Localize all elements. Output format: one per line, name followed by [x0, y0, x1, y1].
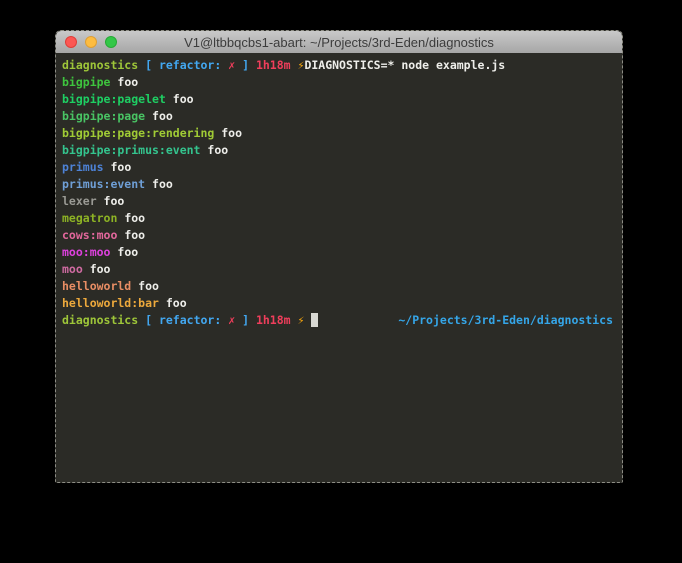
- screenshot-stage: V1@ltbbqcbs1-abart: ~/Projects/3rd-Eden/…: [0, 0, 682, 563]
- terminal-text-segment: ]: [235, 58, 249, 72]
- terminal-text-segment: [291, 58, 298, 72]
- terminal-line: lexer foo: [62, 193, 616, 210]
- terminal-line: diagnostics [ refactor: ✗ ] 1h18m ⚡ ~/Pr…: [62, 312, 616, 329]
- terminal-text-segment: foo: [214, 126, 242, 140]
- zoom-button[interactable]: [105, 36, 117, 48]
- terminal-text-segment: foo: [145, 177, 173, 191]
- terminal-line: primus foo: [62, 159, 616, 176]
- terminal-line: bigpipe:pagelet foo: [62, 91, 616, 108]
- terminal-line: helloworld:bar foo: [62, 295, 616, 312]
- terminal-text-segment: foo: [110, 245, 138, 259]
- terminal-text-segment: foo: [83, 262, 111, 276]
- terminal-text-segment: bigpipe:pagelet: [62, 92, 166, 106]
- terminal-text-segment: [ refactor:: [145, 58, 228, 72]
- terminal-text-segment: [249, 312, 256, 329]
- terminal-text-segment: foo: [159, 296, 187, 310]
- terminal-text-segment: foo: [117, 228, 145, 242]
- terminal-text-segment: [ refactor:: [145, 312, 228, 329]
- terminal-text-segment: 1h18m: [256, 312, 291, 329]
- terminal-line: moo:moo foo: [62, 244, 616, 261]
- terminal-text-segment: bigpipe:page:rendering: [62, 126, 214, 140]
- terminal-line: moo foo: [62, 261, 616, 278]
- terminal-text-segment: bigpipe:primus:event: [62, 143, 200, 157]
- working-directory-path: ~/Projects/3rd-Eden/diagnostics: [398, 312, 616, 329]
- terminal-line: helloworld foo: [62, 278, 616, 295]
- terminal-text-segment: ✗: [228, 312, 235, 329]
- terminal-text-segment: foo: [131, 279, 159, 293]
- terminal-line: bigpipe:page foo: [62, 108, 616, 125]
- terminal-text-segment: ⚡: [298, 312, 312, 329]
- terminal-text-segment: foo: [117, 211, 145, 225]
- terminal-text-segment: [291, 312, 298, 329]
- terminal-text-segment: foo: [110, 75, 138, 89]
- terminal-text-segment: primus: [62, 160, 104, 174]
- terminal-text-segment: diagnostics: [62, 312, 138, 329]
- terminal-text-segment: lexer: [62, 194, 97, 208]
- terminal-lines: diagnostics [ refactor: ✗ ] 1h18m ⚡ DIAGN…: [62, 57, 616, 329]
- terminal-text-segment: helloworld:bar: [62, 296, 159, 310]
- window-titlebar[interactable]: V1@ltbbqcbs1-abart: ~/Projects/3rd-Eden/…: [56, 31, 622, 54]
- terminal-text-segment: foo: [200, 143, 228, 157]
- terminal-text-segment: ]: [235, 312, 249, 329]
- close-button[interactable]: [65, 36, 77, 48]
- terminal-text-segment: bigpipe: [62, 75, 110, 89]
- terminal-text-segment: helloworld: [62, 279, 131, 293]
- traffic-lights: [65, 36, 117, 48]
- minimize-button[interactable]: [85, 36, 97, 48]
- terminal-text-segment: [138, 312, 145, 329]
- terminal-line: megatron foo: [62, 210, 616, 227]
- window-title: V1@ltbbqcbs1-abart: ~/Projects/3rd-Eden/…: [184, 35, 494, 50]
- terminal-text-segment: moo:moo: [62, 245, 110, 259]
- terminal-screen[interactable]: diagnostics [ refactor: ✗ ] 1h18m ⚡ DIAGN…: [56, 53, 622, 482]
- terminal-text-segment: cows:moo: [62, 228, 117, 242]
- terminal-cursor: [311, 313, 318, 327]
- terminal-text-segment: foo: [97, 194, 125, 208]
- terminal-line: cows:moo foo: [62, 227, 616, 244]
- terminal-text-segment: foo: [166, 92, 194, 106]
- terminal-text-segment: DIAGNOSTICS=* node example.js: [304, 58, 505, 72]
- terminal-window: V1@ltbbqcbs1-abart: ~/Projects/3rd-Eden/…: [55, 30, 623, 483]
- terminal-text-segment: diagnostics: [62, 58, 138, 72]
- terminal-line: bigpipe:page:rendering foo: [62, 125, 616, 142]
- terminal-text-segment: foo: [145, 109, 173, 123]
- terminal-text-segment: bigpipe:page: [62, 109, 145, 123]
- terminal-text-segment: [249, 58, 256, 72]
- terminal-text-segment: 1h18m: [256, 58, 291, 72]
- terminal-text-segment: primus:event: [62, 177, 145, 191]
- terminal-line: bigpipe foo: [62, 74, 616, 91]
- terminal-text-segment: foo: [104, 160, 132, 174]
- terminal-line: bigpipe:primus:event foo: [62, 142, 616, 159]
- terminal-line: diagnostics [ refactor: ✗ ] 1h18m ⚡DIAGN…: [62, 57, 616, 74]
- terminal-text-segment: megatron: [62, 211, 117, 225]
- terminal-text-segment: moo: [62, 262, 83, 276]
- terminal-line: primus:event foo: [62, 176, 616, 193]
